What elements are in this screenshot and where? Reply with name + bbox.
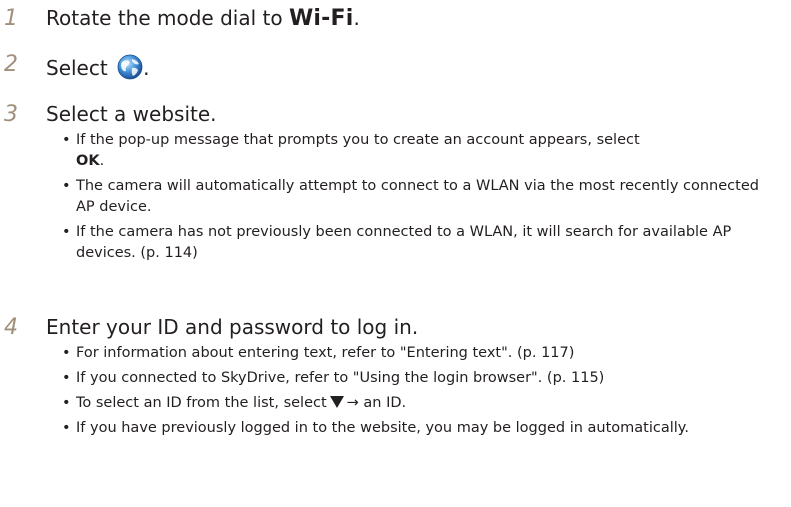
- mode-label: Wi-Fi: [288, 6, 354, 31]
- step-number: 2: [4, 52, 18, 77]
- list-item: To select an ID from the list, select→ a…: [60, 393, 780, 414]
- step-number: 3: [4, 102, 18, 127]
- list-item: If you have previously logged in to the …: [60, 418, 780, 439]
- list-item: For information about entering text, ref…: [60, 343, 780, 364]
- list-item: If you connected to SkyDrive, refer to "…: [60, 368, 780, 389]
- list-item: The camera will automatically attempt to…: [60, 176, 780, 218]
- step-4-bullets: For information about entering text, ref…: [60, 343, 780, 439]
- step-text: Select a website.: [46, 102, 217, 126]
- list-item: If the camera has not previously been co…: [60, 222, 780, 264]
- step-number: 4: [4, 315, 18, 340]
- list-item: If the pop-up message that prompts you t…: [60, 130, 780, 172]
- step-text: Enter your ID and password to log in.: [46, 315, 419, 339]
- down-triangle-icon: [329, 396, 344, 408]
- globe-icon: [117, 54, 143, 80]
- step-number: 1: [4, 6, 18, 31]
- step-text: Select .: [46, 54, 150, 80]
- step-3-bullets: If the pop-up message that prompts you t…: [60, 130, 780, 264]
- step-text: Rotate the mode dial to Wi-Fi.: [46, 6, 360, 31]
